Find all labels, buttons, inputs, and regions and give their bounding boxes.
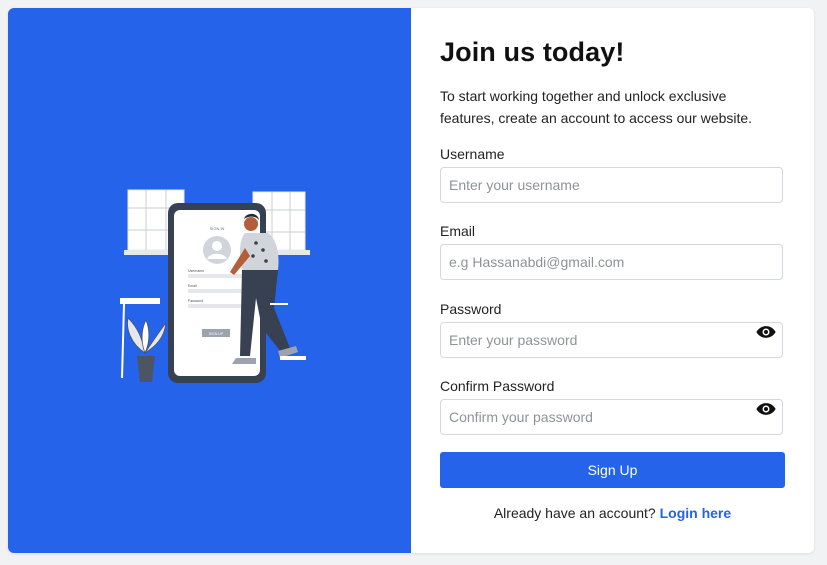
username-field[interactable] (440, 167, 783, 203)
password-field[interactable] (440, 322, 783, 358)
signup-phone-illustration: SIGN IN Username Email Password SIGN UP (120, 189, 310, 383)
login-prompt-row: Already have an account? Login here (440, 505, 785, 521)
username-input[interactable] (441, 168, 782, 202)
confirm-password-input[interactable] (441, 400, 782, 434)
login-link[interactable]: Login here (660, 505, 732, 521)
confirm-password-field[interactable] (440, 399, 783, 435)
phone-form-button-label: SIGN UP (209, 332, 224, 336)
phone-form-email-label: Email (188, 284, 197, 288)
password-label: Password (440, 301, 502, 317)
username-label: Username (440, 146, 505, 162)
eye-icon[interactable] (756, 324, 776, 340)
login-prompt-text: Already have an account? (493, 505, 656, 521)
email-field[interactable] (440, 244, 783, 280)
email-input[interactable] (441, 245, 782, 279)
illustration-panel: SIGN IN Username Email Password SIGN UP (8, 8, 411, 553)
email-label: Email (440, 223, 476, 239)
phone-form-password-label: Password (188, 299, 203, 303)
phone-form-username-label: Username (188, 269, 204, 273)
eye-icon[interactable] (756, 401, 776, 417)
signup-form-panel: Join us today! To start working together… (411, 8, 814, 553)
password-input[interactable] (441, 323, 782, 357)
phone-form-heading: SIGN IN (210, 226, 225, 231)
sign-up-button[interactable]: Sign Up (440, 452, 785, 488)
intro-text: To start working together and unlock exc… (440, 88, 753, 126)
signup-card: SIGN IN Username Email Password SIGN UP (8, 8, 814, 553)
page-title: Join us today! (440, 37, 625, 67)
confirm-password-label: Confirm Password (440, 378, 555, 394)
